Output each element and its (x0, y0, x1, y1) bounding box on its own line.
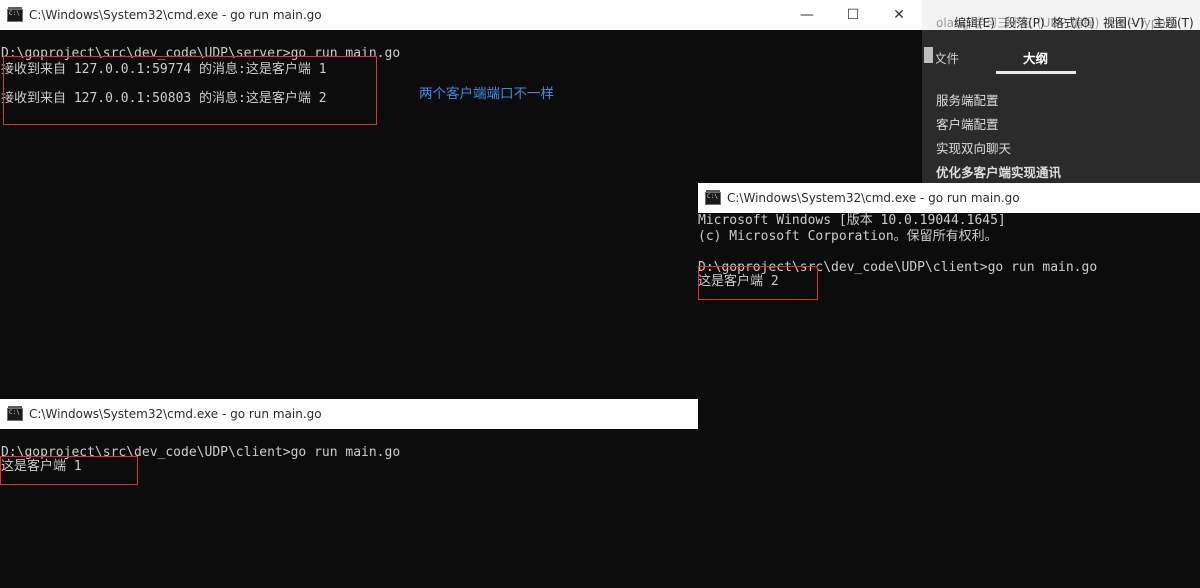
server-titlebar[interactable]: C:\Windows\System32\cmd.exe - go run mai… (0, 0, 922, 30)
outline-item[interactable]: 实现双向聊天 (936, 138, 1011, 157)
outline-item[interactable]: 客户端配置 (936, 114, 999, 133)
minimize-icon[interactable]: — (784, 0, 830, 30)
server-scrollbar-thumb[interactable] (924, 47, 933, 63)
close-icon[interactable]: ✕ (876, 0, 922, 30)
highlight-box (698, 266, 818, 300)
menu-edit[interactable]: 编辑(E) (954, 14, 995, 31)
outline-item[interactable]: 优化多客户端实现通讯 (936, 162, 1061, 181)
typora-menubar: olang 学习三十五 (UDP 编程) .md - Typora 编辑(E) … (922, 0, 1200, 30)
cmd-icon (7, 6, 23, 22)
client1-terminal[interactable]: D:\goproject\src\dev_code\UDP\client>go … (0, 429, 698, 588)
tab-outline[interactable]: 大纲 (1023, 48, 1048, 67)
client1-cmd-window: C:\Windows\System32\cmd.exe - go run mai… (0, 399, 698, 588)
menu-format[interactable]: 格式(O) (1052, 14, 1095, 31)
menu-paragraph[interactable]: 段落(P) (1004, 14, 1045, 31)
client2-copyright-line: (c) Microsoft Corporation。保留所有权利。 (698, 229, 998, 244)
active-tab-indicator (996, 71, 1076, 74)
highlight-box (0, 456, 138, 485)
menu-theme[interactable]: 主题(T) (1153, 14, 1194, 31)
client2-banner-line: Microsoft Windows [版本 10.0.19044.1645] (698, 213, 1006, 228)
client2-cmd-window: C:\Windows\System32\cmd.exe - go run mai… (698, 183, 1200, 588)
server-window-title: C:\Windows\System32\cmd.exe - go run mai… (29, 8, 322, 22)
client1-titlebar[interactable]: C:\Windows\System32\cmd.exe - go run mai… (0, 399, 698, 429)
cmd-icon (705, 189, 721, 205)
highlight-box (3, 56, 377, 125)
tab-files[interactable]: 文件 (934, 48, 959, 67)
client1-window-title: C:\Windows\System32\cmd.exe - go run mai… (29, 407, 322, 421)
client2-window-title: C:\Windows\System32\cmd.exe - go run mai… (727, 191, 1020, 205)
port-annotation: 两个客户端端口不一样 (419, 86, 554, 102)
outline-item[interactable]: 服务端配置 (936, 90, 999, 109)
client2-titlebar[interactable]: C:\Windows\System32\cmd.exe - go run mai… (698, 183, 1200, 213)
menu-view[interactable]: 视图(V) (1103, 14, 1145, 31)
maximize-icon[interactable]: ☐ (830, 0, 876, 30)
cmd-icon (7, 405, 23, 421)
typora-window: olang 学习三十五 (UDP 编程) .md - Typora 编辑(E) … (922, 0, 1200, 190)
window-controls: — ☐ ✕ (784, 0, 922, 30)
